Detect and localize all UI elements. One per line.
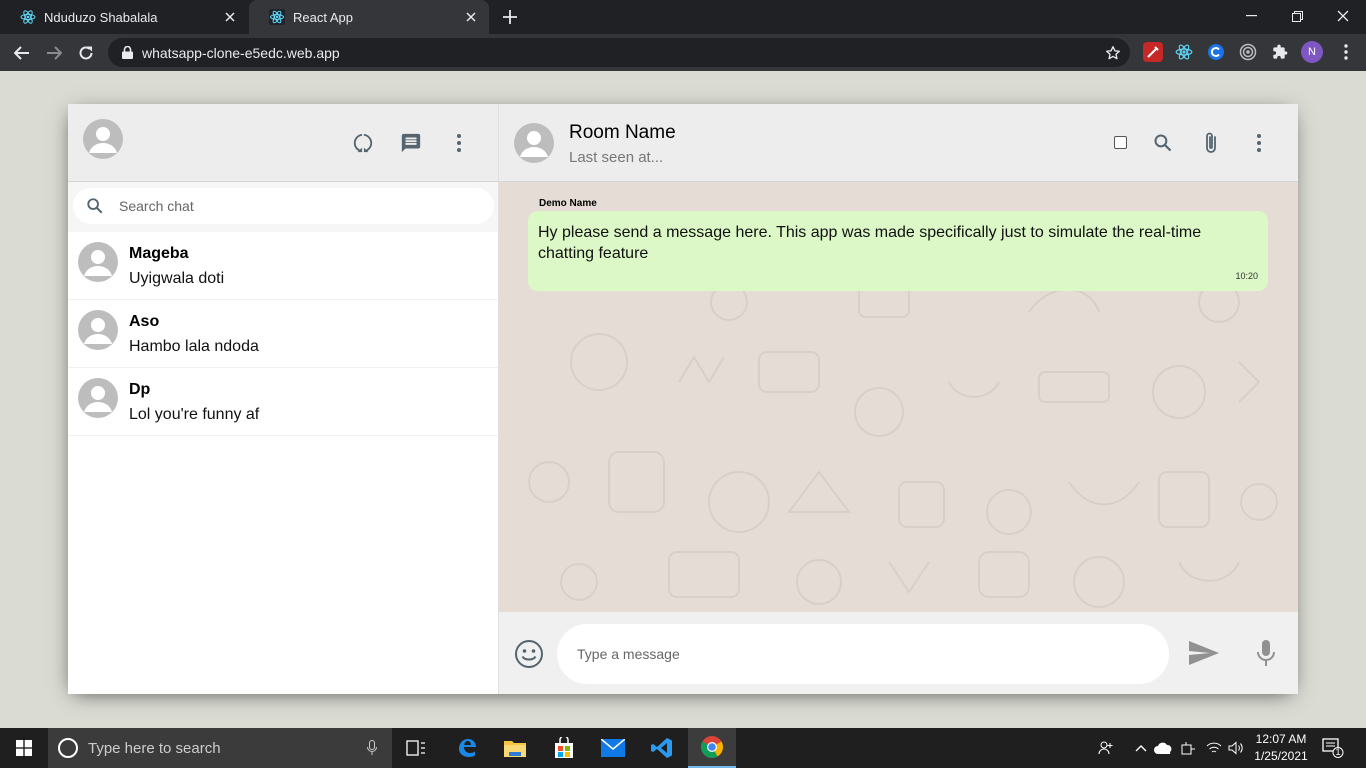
send-icon[interactable] [1187, 638, 1221, 668]
chat-panel: Room Name Last seen at... Demo Name Hy p… [499, 104, 1298, 694]
clock-date: 1/25/2021 [1254, 749, 1308, 763]
contact-avatar [78, 378, 118, 418]
minimize-icon[interactable] [1236, 6, 1266, 26]
url-text: whatsapp-clone-e5edc.web.app [142, 44, 340, 61]
wifi-icon[interactable] [1204, 738, 1224, 758]
tab-title: React App [293, 9, 353, 25]
battery-icon[interactable] [1179, 738, 1199, 758]
profile-avatar[interactable]: N [1301, 41, 1323, 63]
message-time: 10:20 [1235, 271, 1258, 281]
forward-arrow-icon[interactable] [43, 42, 65, 64]
last-seen: Last seen at... [569, 149, 664, 166]
notification-count: 1 [1335, 747, 1341, 757]
message-input[interactable] [577, 646, 1137, 662]
volume-icon[interactable] [1226, 738, 1246, 758]
mail-icon[interactable] [589, 728, 637, 768]
back-arrow-icon[interactable] [11, 42, 33, 64]
mic-icon[interactable] [366, 739, 378, 757]
plus-icon[interactable] [500, 7, 520, 27]
react-icon [20, 9, 36, 25]
system-clock[interactable]: 12:07 AM 1/25/2021 [1250, 731, 1312, 765]
sidebar-search [68, 182, 498, 232]
file-explorer-icon[interactable] [491, 728, 539, 768]
chrome-icon[interactable] [688, 728, 736, 768]
chat-last-message: Uyigwala doti [129, 270, 225, 287]
extension-target-icon[interactable] [1238, 42, 1258, 62]
clock-time: 12:07 AM [1255, 732, 1307, 746]
notification-icon[interactable]: 1 [1322, 738, 1344, 758]
sidebar-header [68, 104, 498, 182]
browser-tabbar: Nduduzo Shabalala React App [0, 0, 1366, 34]
task-view-icon[interactable] [392, 728, 440, 768]
search-icon [85, 196, 105, 216]
chat-name: Aso [129, 313, 160, 330]
tab-nduduzo-shabalala[interactable]: Nduduzo Shabalala [0, 0, 248, 34]
store-icon[interactable] [540, 728, 588, 768]
tab-react-app[interactable]: React App [249, 0, 489, 34]
chat-last-message: Lol you're funny af [129, 406, 260, 423]
emoji-icon[interactable] [514, 639, 544, 669]
message-sender: Demo Name [539, 198, 597, 209]
message-input-box [557, 624, 1169, 684]
mic-icon[interactable] [1254, 638, 1278, 668]
list-item[interactable]: Aso Hambo lala ndoda [68, 300, 498, 368]
react-devtools-icon[interactable] [1174, 42, 1194, 62]
search-icon[interactable] [1150, 130, 1176, 156]
room-avatar[interactable] [514, 123, 554, 163]
chat-footer [499, 612, 1298, 694]
contact-avatar [78, 310, 118, 350]
restore-icon[interactable] [1282, 6, 1312, 26]
chat-list: Mageba Uyigwala doti Aso Hambo lala ndod… [68, 232, 498, 694]
windows-icon[interactable] [0, 728, 48, 768]
whatsapp-app: Mageba Uyigwala doti Aso Hambo lala ndod… [68, 104, 1298, 694]
vscode-icon[interactable] [638, 728, 686, 768]
message-bubble: Hy please send a message here. This app … [528, 211, 1268, 291]
select-checkbox[interactable] [1114, 136, 1127, 149]
browser-toolbar: whatsapp-clone-e5edc.web.app N [0, 34, 1366, 71]
search-box [73, 188, 494, 224]
address-bar[interactable]: whatsapp-clone-e5edc.web.app [108, 38, 1130, 67]
edge-browser-icon[interactable] [443, 728, 491, 768]
chevron-up-icon[interactable] [1131, 738, 1151, 758]
react-icon [269, 9, 285, 25]
list-item[interactable]: Mageba Uyigwala doti [68, 232, 498, 300]
lock-icon [120, 46, 134, 60]
chat-body: Demo Name Hy please send a message here.… [499, 182, 1298, 612]
chat-header: Room Name Last seen at... [499, 104, 1298, 182]
close-icon[interactable] [222, 9, 238, 25]
taskbar-search-input[interactable] [88, 739, 348, 757]
extension-c-icon[interactable] [1206, 42, 1226, 62]
onedrive-icon[interactable] [1154, 738, 1174, 758]
extension-pen-icon[interactable] [1143, 42, 1163, 62]
star-icon[interactable] [1104, 44, 1122, 62]
room-name: Room Name [569, 122, 676, 143]
status-ring-icon[interactable] [350, 130, 376, 156]
new-chat-icon[interactable] [398, 130, 424, 156]
chat-name: Dp [129, 381, 151, 398]
chat-last-message: Hambo lala ndoda [129, 338, 259, 355]
more-vert-icon[interactable] [1246, 130, 1272, 156]
cortana-icon [58, 738, 78, 758]
message-text: Hy please send a message here. This app … [538, 224, 1202, 262]
taskbar-search [48, 728, 392, 768]
close-window-icon[interactable] [1328, 6, 1358, 26]
chat-name: Mageba [129, 245, 189, 262]
people-icon[interactable] [1096, 738, 1116, 758]
sidebar: Mageba Uyigwala doti Aso Hambo lala ndod… [68, 104, 499, 694]
chrome-menu-icon[interactable] [1336, 42, 1356, 62]
attach-icon[interactable] [1198, 130, 1224, 156]
reload-icon[interactable] [75, 42, 97, 64]
more-vert-icon[interactable] [446, 130, 472, 156]
close-icon[interactable] [463, 9, 479, 25]
tab-title: Nduduzo Shabalala [44, 9, 158, 25]
contact-avatar [78, 242, 118, 282]
extensions-puzzle-icon[interactable] [1270, 42, 1290, 62]
windows-taskbar: 12:07 AM 1/25/2021 1 [0, 728, 1366, 768]
search-chat-input[interactable] [119, 198, 459, 214]
list-item[interactable]: Dp Lol you're funny af [68, 368, 498, 436]
user-avatar[interactable] [83, 119, 123, 159]
